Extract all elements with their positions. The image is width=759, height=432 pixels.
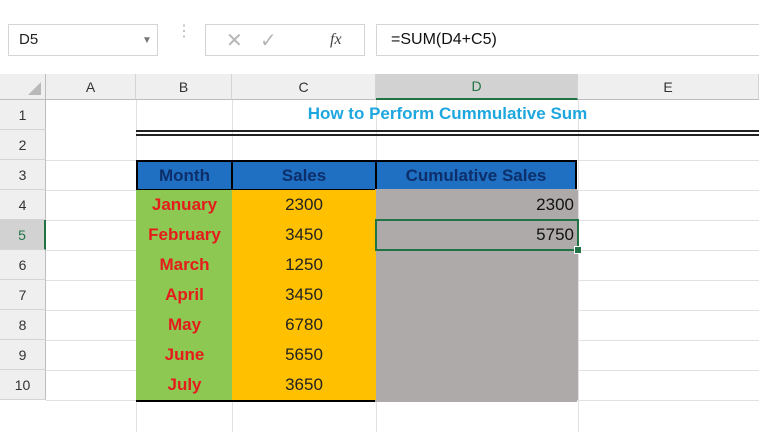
cell-cumulative-jan[interactable]: 2300 [376, 190, 578, 220]
formula-text[interactable]: =SUM(D4+C5) [391, 31, 497, 49]
row-header-9[interactable]: 9 [0, 340, 46, 370]
header-cumulative[interactable]: Cumulative Sales [375, 160, 577, 191]
row-header-7[interactable]: 7 [0, 280, 46, 310]
formula-buttons: ✕ ✓ fx [205, 24, 365, 56]
title-underline [136, 130, 759, 132]
row-header-4[interactable]: 4 [0, 190, 46, 220]
fill-handle[interactable] [574, 246, 582, 254]
drag-handle-icon: ⋮ [176, 23, 192, 40]
cell-month-may[interactable]: May [136, 310, 233, 340]
insert-function-icon[interactable]: fx [330, 31, 342, 49]
cell-month-jul[interactable]: July [136, 370, 233, 400]
header-sales[interactable]: Sales [231, 160, 377, 191]
cell-month-feb[interactable]: February [136, 220, 233, 250]
cell-sales-mar[interactable]: 1250 [232, 250, 376, 280]
cancel-icon[interactable]: ✕ [226, 28, 243, 53]
row-header-5[interactable]: 5 [0, 220, 46, 250]
active-cell-selection[interactable] [375, 219, 579, 251]
column-header-c[interactable]: C [232, 74, 376, 100]
gridline [578, 100, 579, 432]
enter-icon[interactable]: ✓ [260, 28, 277, 53]
cell-month-mar[interactable]: March [136, 250, 233, 280]
cell-sales-jan[interactable]: 2300 [232, 190, 376, 220]
cell-month-apr[interactable]: April [136, 280, 233, 310]
column-header-d[interactable]: D [376, 74, 578, 100]
cell-cumulative-apr[interactable] [376, 280, 578, 310]
cell-sales-feb[interactable]: 3450 [232, 220, 376, 250]
column-header-a[interactable]: A [46, 74, 136, 100]
column-header-b[interactable]: B [136, 74, 232, 100]
row-header-2[interactable]: 2 [0, 130, 46, 160]
cell-cumulative-jun[interactable] [376, 340, 578, 370]
sheet-title[interactable]: How to Perform Cummulative Sum [136, 100, 759, 128]
row-header-10[interactable]: 10 [0, 370, 46, 400]
cell-month-jan[interactable]: January [136, 190, 233, 220]
column-header-e[interactable]: E [578, 74, 759, 100]
select-all-button[interactable] [0, 74, 46, 100]
cell-cumulative-may[interactable] [376, 310, 578, 340]
select-all-icon [28, 82, 41, 95]
header-month[interactable]: Month [136, 160, 233, 191]
name-box-value[interactable]: D5 [19, 31, 38, 48]
cell-cumulative-mar[interactable] [376, 250, 578, 280]
title-underline [136, 134, 759, 136]
cell-sales-may[interactable]: 6780 [232, 310, 376, 340]
cell-month-jun[interactable]: June [136, 340, 233, 370]
cell-sales-jun[interactable]: 5650 [232, 340, 376, 370]
cell-sales-jul[interactable]: 3650 [232, 370, 376, 400]
worksheet-grid: A B C D E 1 2 3 4 5 6 7 8 9 10 How to Pe… [0, 74, 759, 432]
row-header-3[interactable]: 3 [0, 160, 46, 190]
row-header-6[interactable]: 6 [0, 250, 46, 280]
row-header-1[interactable]: 1 [0, 100, 46, 130]
formula-bar: D5 ▼ ⋮ ✕ ✓ fx =SUM(D4+C5) [0, 0, 759, 72]
chevron-down-icon[interactable]: ▼ [142, 35, 152, 46]
cell-sales-apr[interactable]: 3450 [232, 280, 376, 310]
cell-cumulative-jul[interactable] [376, 370, 578, 400]
formula-input[interactable]: =SUM(D4+C5) [376, 24, 759, 56]
row-header-8[interactable]: 8 [0, 310, 46, 340]
name-box[interactable]: D5 ▼ [8, 24, 158, 56]
